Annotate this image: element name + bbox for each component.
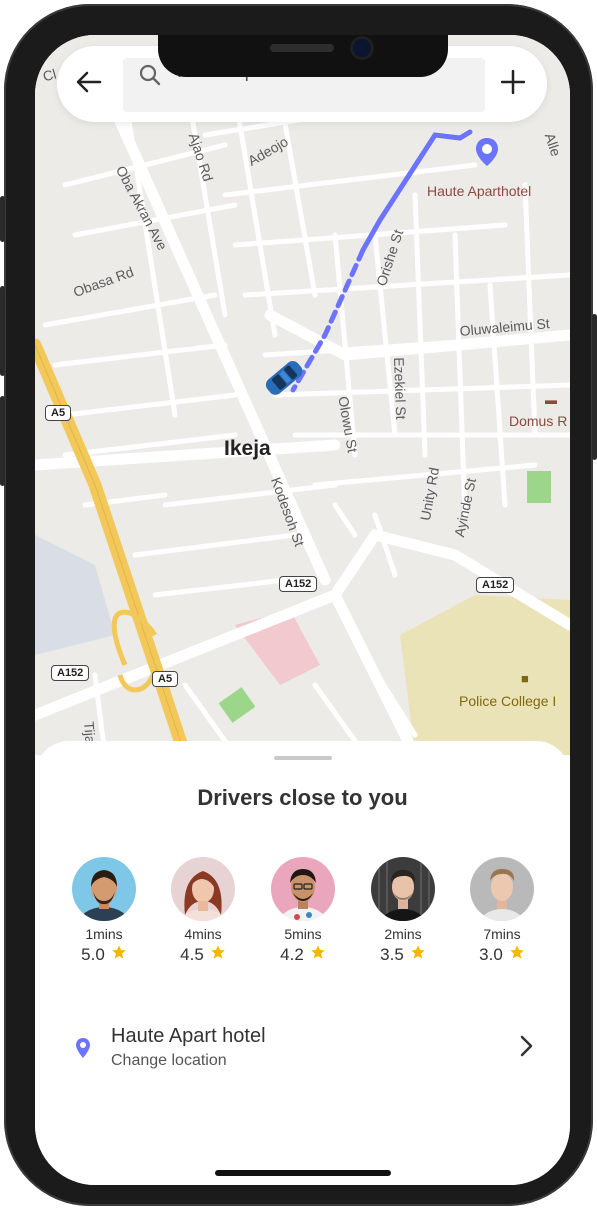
star-icon [509, 944, 525, 965]
avatar [171, 857, 235, 921]
road-badge: A5 [45, 405, 72, 421]
driver-eta: 7mins [483, 926, 521, 942]
driver-eta: 5mins [284, 926, 322, 942]
driver-card[interactable]: 2mins 3.5 [353, 857, 453, 965]
notch [158, 35, 448, 77]
speaker [270, 44, 334, 52]
home-indicator[interactable] [215, 1170, 391, 1176]
location-pin-icon [75, 1037, 91, 1064]
road-badge: A5 [152, 671, 179, 687]
volume-up-button [0, 286, 5, 376]
volume-down-button [0, 396, 5, 486]
driver-rating: 4.5 [153, 944, 253, 965]
star-icon [410, 944, 426, 965]
rating-value: 3.5 [380, 944, 404, 964]
area-label: Ikeja [224, 437, 271, 460]
driver-rating: 3.0 [452, 944, 552, 965]
change-location-row[interactable]: Haute Apart hotel Change location [65, 1025, 545, 1073]
add-button[interactable] [495, 66, 531, 102]
street-label: Ezekiel St [391, 357, 410, 420]
search-icon [138, 63, 162, 92]
chevron-right-icon [519, 1035, 533, 1062]
front-camera [353, 39, 371, 57]
avatar [271, 857, 335, 921]
rating-value: 3.0 [479, 944, 503, 964]
driver-eta: 4mins [184, 926, 222, 942]
driver-rating: 4.2 [253, 944, 353, 965]
sheet-title: Drivers close to you [197, 785, 408, 810]
poi-label: Police College I [459, 693, 557, 709]
poi-label: Domus R [509, 413, 568, 429]
driver-rating: 5.0 [54, 944, 154, 965]
rating-value: 4.5 [180, 944, 204, 964]
drivers-list: 1mins 5.0 4mins 4.5 5mins 4.2 2mins 3.5 … [35, 857, 570, 977]
power-button [592, 314, 597, 460]
poi-label: Haute Aparthotel [427, 183, 532, 199]
hotel-icon: ▬ [545, 393, 557, 407]
driver-card[interactable]: 5mins 4.2 [253, 857, 353, 965]
sheet-drag-handle[interactable] [274, 756, 332, 760]
location-title: Haute Apart hotel [111, 1025, 266, 1047]
driver-eta: 1mins [85, 926, 123, 942]
driver-card[interactable]: 1mins 5.0 [54, 857, 154, 965]
star-icon [210, 944, 226, 965]
silent-switch [0, 196, 5, 242]
road-badge: A152 [279, 576, 318, 592]
star-icon [310, 944, 326, 965]
drivers-sheet: Drivers close to you 1mins 5.0 4mins 4.5… [35, 741, 570, 1185]
avatar [371, 857, 435, 921]
map-view[interactable]: Oba Akran Ave Ajao Rd Adeojo Obasa Rd Or… [35, 35, 570, 755]
change-location-link[interactable]: Change location [111, 1052, 227, 1070]
star-icon [111, 944, 127, 965]
avatar [470, 857, 534, 921]
driver-eta: 2mins [384, 926, 422, 942]
avatar [72, 857, 136, 921]
plus-icon [500, 69, 526, 99]
screen: Oba Akran Ave Ajao Rd Adeojo Obasa Rd Or… [35, 35, 570, 1185]
road-badge: A152 [476, 577, 515, 593]
back-button[interactable] [71, 66, 107, 102]
road-badge: A152 [51, 665, 90, 681]
park-area [527, 471, 551, 503]
driver-card[interactable]: 4mins 4.5 [153, 857, 253, 965]
landmark-icon: ■ [521, 671, 529, 686]
driver-card[interactable]: 7mins 3.0 [452, 857, 552, 965]
driver-rating: 3.5 [353, 944, 453, 965]
rating-value: 4.2 [280, 944, 304, 964]
rating-value: 5.0 [81, 944, 105, 964]
phone-frame: Oba Akran Ave Ajao Rd Adeojo Obasa Rd Or… [0, 4, 597, 1206]
back-arrow-icon [76, 71, 102, 98]
